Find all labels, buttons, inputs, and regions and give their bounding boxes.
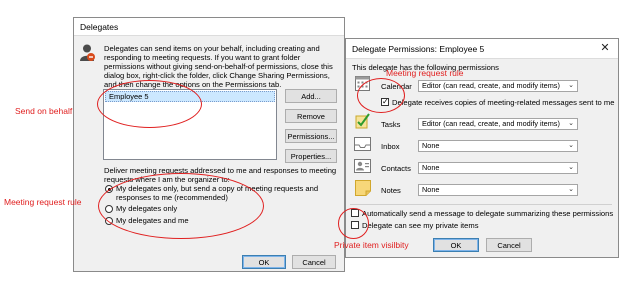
chevron-down-icon: ⌄ bbox=[568, 120, 574, 127]
chevron-down-icon: ⌄ bbox=[568, 186, 574, 193]
permissions-cancel-button[interactable]: Cancel bbox=[486, 238, 532, 252]
tasks-permission-select[interactable]: Editor (can read, create, and modify ite… bbox=[418, 118, 578, 130]
inbox-permission-select[interactable]: None ⌄ bbox=[418, 140, 578, 152]
annotation-meeting-request-rule-left: Meeting request rule bbox=[4, 197, 82, 207]
chevron-down-icon: ⌄ bbox=[568, 164, 574, 171]
annotation-private-item-visibility: Private item visilbity bbox=[334, 240, 409, 250]
contacts-permission-value: None bbox=[422, 163, 440, 172]
delegates-description-line-1: Delegates can send items on your behalf,… bbox=[104, 44, 320, 53]
delegates-ok-button[interactable]: OK bbox=[242, 255, 286, 269]
add-delegate-button[interactable]: Add... bbox=[285, 89, 337, 103]
notes-permission-value: None bbox=[422, 185, 440, 194]
permissions-title: Delegate Permissions: Employee 5 bbox=[352, 43, 485, 54]
deliver-label-line-1: Deliver meeting requests addressed to me… bbox=[104, 166, 337, 175]
annotation-ellipse-meeting-copies bbox=[357, 78, 405, 113]
notes-label: Notes bbox=[381, 186, 401, 195]
delegates-titlebar: Delegates bbox=[74, 18, 344, 36]
notes-permission-select[interactable]: None ⌄ bbox=[418, 184, 578, 196]
permissions-titlebar: Delegate Permissions: Employee 5 ✕ bbox=[346, 39, 618, 59]
annotation-send-on-behalf: Send on behalf bbox=[15, 106, 73, 116]
tasks-icon bbox=[355, 113, 370, 129]
contacts-icon bbox=[354, 159, 371, 173]
inbox-label: Inbox bbox=[381, 142, 400, 151]
close-icon[interactable]: ✕ bbox=[598, 42, 612, 56]
permissions-button[interactable]: Permissions... bbox=[285, 129, 337, 143]
tasks-permission-value: Editor (can read, create, and modify ite… bbox=[422, 119, 560, 128]
delegates-title: Delegates bbox=[80, 21, 119, 32]
inbox-icon bbox=[354, 137, 371, 151]
inbox-permission-value: None bbox=[422, 141, 440, 150]
permissions-ok-button[interactable]: OK bbox=[433, 238, 479, 252]
remove-delegate-button[interactable]: Remove bbox=[285, 109, 337, 123]
chevron-down-icon: ⌄ bbox=[568, 142, 574, 149]
annotation-ellipse-private-items bbox=[338, 208, 369, 239]
auto-summary-label[interactable]: Automatically send a message to delegate… bbox=[362, 209, 613, 218]
contacts-label: Contacts bbox=[381, 164, 411, 173]
permissions-divider bbox=[350, 204, 612, 205]
tasks-label: Tasks bbox=[381, 120, 401, 129]
private-items-label[interactable]: Delegate can see my private items bbox=[362, 221, 479, 230]
annotation-ellipse-meeting-options bbox=[98, 173, 264, 239]
notes-icon bbox=[355, 180, 371, 196]
delegates-people-icon bbox=[78, 43, 96, 63]
annotation-ellipse-delegate-list bbox=[97, 80, 202, 128]
contacts-permission-select[interactable]: None ⌄ bbox=[418, 162, 578, 174]
properties-button[interactable]: Properties... bbox=[285, 149, 337, 163]
delegates-description-line-2: responding to meeting requests. If you w… bbox=[104, 53, 301, 62]
delegates-cancel-button[interactable]: Cancel bbox=[292, 255, 336, 269]
calendar-permission-select[interactable]: Editor (can read, create, and modify ite… bbox=[418, 80, 578, 92]
meeting-copies-label[interactable]: Delegate receives copies of meeting-rela… bbox=[392, 98, 614, 107]
delegates-description-line-4: dialog box, right-click the folder, clic… bbox=[104, 71, 330, 80]
calendar-permission-value: Editor (can read, create, and modify ite… bbox=[422, 81, 560, 90]
annotation-meeting-request-rule-top: Meeting request rule bbox=[386, 68, 464, 78]
chevron-down-icon: ⌄ bbox=[568, 82, 574, 89]
delegates-description-line-3: permissions without giving send-on-behal… bbox=[104, 62, 333, 71]
